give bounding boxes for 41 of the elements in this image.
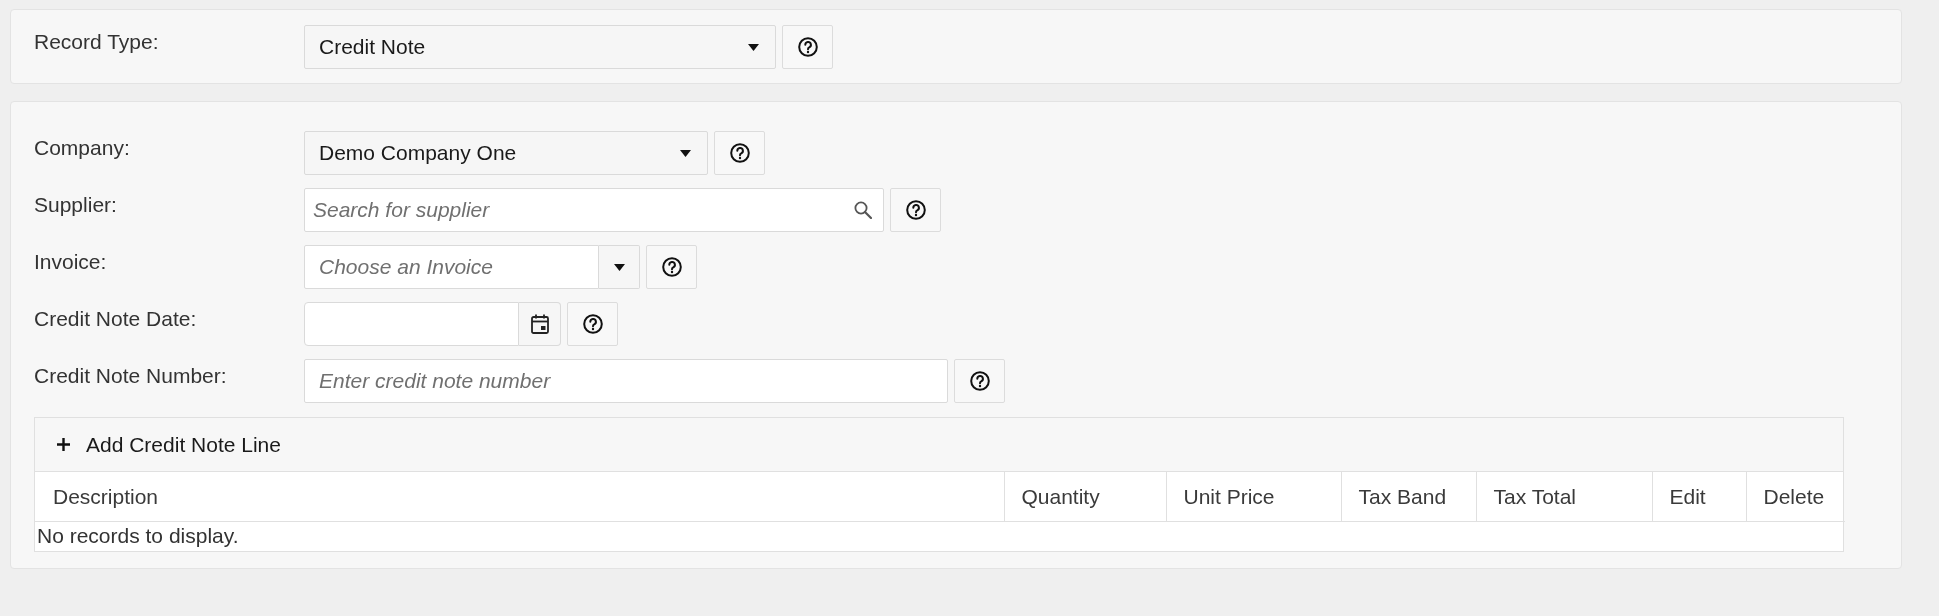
help-button[interactable]: [954, 359, 1005, 403]
question-mark-icon: [969, 371, 990, 391]
question-mark-icon: [661, 257, 682, 277]
column-header: Quantity: [1004, 472, 1166, 521]
help-button[interactable]: [567, 302, 618, 346]
dropdown-button[interactable]: [599, 245, 640, 289]
help-button[interactable]: [714, 131, 765, 175]
search-icon: [854, 201, 872, 219]
help-button[interactable]: [782, 25, 833, 69]
calendar-button[interactable]: [519, 302, 561, 346]
dropdown[interactable]: Demo Company One: [304, 131, 708, 175]
column-header: Tax Band: [1341, 472, 1476, 521]
field-label: Record Type:: [34, 29, 160, 55]
column-header: Tax Total: [1476, 472, 1652, 521]
calendar-icon: [530, 314, 549, 334]
input-field[interactable]: Choose an Invoice: [304, 245, 599, 289]
caret-icon: [613, 263, 625, 271]
help-button[interactable]: [890, 188, 941, 232]
help-button[interactable]: [646, 245, 697, 289]
field-label: Invoice:: [34, 249, 108, 275]
field-label: Supplier:: [34, 192, 118, 218]
question-mark-icon: [905, 200, 926, 220]
field-label: Company:: [34, 135, 131, 161]
column-header: Description: [35, 472, 1004, 521]
text-field[interactable]: Enter credit note number: [304, 359, 948, 403]
column-header: Delete: [1746, 472, 1845, 521]
field-label: Credit Note Date:: [34, 306, 198, 332]
add-line-button[interactable]: Add Credit Note Line: [49, 424, 289, 465]
question-mark-icon: [797, 37, 818, 57]
plus-icon: [57, 438, 70, 451]
column-header: Unit Price: [1166, 472, 1341, 521]
column-header: Edit: [1652, 472, 1746, 521]
question-mark-icon: [729, 143, 750, 163]
date-field[interactable]: [304, 302, 519, 346]
dropdown[interactable]: Credit Note: [304, 25, 776, 69]
search-field[interactable]: Search for supplier: [304, 188, 884, 232]
question-mark-icon: [582, 314, 603, 334]
empty-message: No records to display.: [35, 521, 1845, 551]
caret-icon: [680, 149, 691, 157]
caret-icon: [748, 43, 759, 51]
field-label: Credit Note Number:: [34, 363, 228, 389]
